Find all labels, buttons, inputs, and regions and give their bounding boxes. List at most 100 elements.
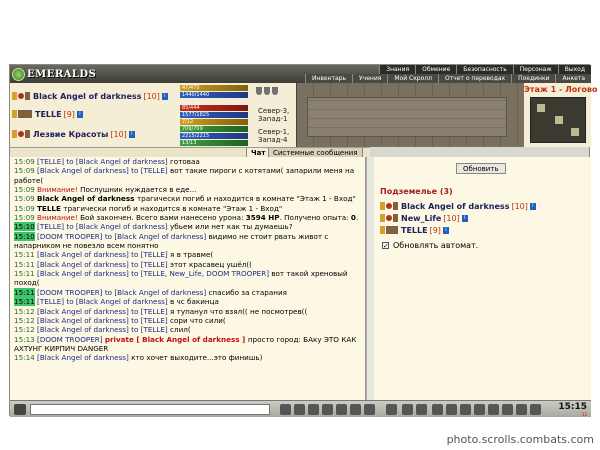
occupant-row[interactable]: New_Life [10] i xyxy=(380,213,468,223)
chat-text-to[interactable]: [Black Angel of darkness] to [TELLE, New… xyxy=(37,269,271,278)
chat-text-to[interactable]: [DOOM TROOPER] to [Black Angel of darkne… xyxy=(37,232,208,241)
menu-item-skills[interactable]: Учения xyxy=(352,74,388,83)
info-icon[interactable]: i xyxy=(461,214,468,222)
align-icon xyxy=(25,130,30,138)
trophy-icon[interactable] xyxy=(502,404,513,415)
chat-text-to[interactable]: [Black Angel of darkness] to [TELLE] xyxy=(37,316,170,325)
scene-view[interactable] xyxy=(296,83,524,147)
chat-timestamp[interactable]: 15:09 xyxy=(14,185,35,194)
book-icon[interactable] xyxy=(460,404,471,415)
chat-timestamp[interactable]: 15:09 xyxy=(14,194,35,203)
party-member-row[interactable]: Лезвие Красоты [10] i xyxy=(12,125,135,143)
chat-message: 15:11 [Black Angel of darkness] to [TELL… xyxy=(10,260,365,269)
hp-bar: 47/470 xyxy=(180,85,248,91)
chat-text-to[interactable]: [Black Angel of darkness] xyxy=(37,353,131,362)
info-icon[interactable]: i xyxy=(76,110,83,118)
menu-item-exit[interactable]: Выход xyxy=(557,65,591,74)
menu-item-security[interactable]: Безопасность xyxy=(456,65,513,74)
chat-text-plain: . Получено опыта: xyxy=(279,213,351,223)
menu-item-duels[interactable]: Поединки xyxy=(511,74,556,83)
minimap[interactable] xyxy=(530,97,586,143)
skull-icon[interactable] xyxy=(516,404,527,415)
flag-icon[interactable] xyxy=(488,404,499,415)
chat-text-to[interactable]: [Black Angel of darkness] to [TELLE] xyxy=(37,250,170,259)
chat-text-to[interactable]: [TELLE] to [Black Angel of darkness] xyxy=(37,297,170,306)
chat-timestamp[interactable]: 15:12 xyxy=(14,325,35,334)
save-log-icon[interactable] xyxy=(322,404,333,415)
walk-icon[interactable] xyxy=(336,404,347,415)
chat-timestamp[interactable]: 15:11 xyxy=(14,287,35,297)
info-icon[interactable]: i xyxy=(529,202,536,210)
menu-item-inventory[interactable]: Инвентарь xyxy=(304,74,353,83)
chat-text-plain: этот красавец ушёл(( xyxy=(170,259,252,269)
info-icon[interactable]: i xyxy=(161,92,168,100)
chat-timestamp[interactable]: 15:12 xyxy=(14,307,35,316)
chat-timestamp[interactable]: 15:10 xyxy=(14,222,35,232)
occupant-row[interactable]: Black Angel of darkness [10] i xyxy=(380,201,536,211)
menu-item-exchange[interactable]: Обмение xyxy=(415,65,457,74)
shop-icon[interactable] xyxy=(530,404,541,415)
chat-text-to[interactable]: [Black Angel of darkness] to [TELLE] xyxy=(37,325,170,334)
party-member-name[interactable]: TELLE xyxy=(35,110,62,119)
refresh-button[interactable]: Обновить xyxy=(456,163,506,174)
party-member-name[interactable]: Лезвие Красоты xyxy=(33,130,108,139)
chat-scrollbar[interactable] xyxy=(366,157,374,400)
party-member-row[interactable]: Black Angel of darkness [10] i xyxy=(12,87,168,105)
occupant-row[interactable]: TELLE [9] i xyxy=(380,225,449,235)
chat-text-plain: я тупанул что взял(( не посмотрев(( xyxy=(170,306,308,316)
chat-text-to[interactable]: [Black Angel of darkness] to [TELLE] xyxy=(37,307,170,316)
auto-refresh-checkbox[interactable]: ✓ xyxy=(382,242,389,250)
chat-text-to[interactable]: [TELLE] to [Black Angel of darkness] xyxy=(37,222,170,231)
music-icon[interactable] xyxy=(350,404,361,415)
chat-timestamp[interactable]: 15:11 xyxy=(14,260,35,269)
inventory-icon[interactable] xyxy=(432,404,443,415)
smiley-icon[interactable] xyxy=(386,404,397,415)
chat-tabs: Чат Системные сообщения xyxy=(10,147,370,158)
chat-timestamp[interactable]: 15:14 xyxy=(14,353,35,362)
party-member-level: [10] xyxy=(143,91,160,101)
scroll-icon[interactable] xyxy=(364,404,375,415)
chat-timestamp[interactable]: 15:10 xyxy=(14,231,35,241)
chat-timestamp[interactable]: 15:11 xyxy=(14,297,35,307)
chat-timestamp[interactable]: 15:09 xyxy=(14,213,35,222)
mail-icon[interactable] xyxy=(474,404,485,415)
occupant-name[interactable]: TELLE xyxy=(401,226,428,235)
auto-refresh-toggle[interactable]: ✓ Обновлять автомат. xyxy=(382,241,478,250)
chat-input[interactable] xyxy=(30,404,270,415)
menu-item-profile[interactable]: Анкета xyxy=(555,74,591,83)
occupant-name[interactable]: Black Angel of darkness xyxy=(401,202,509,211)
chat-timestamp[interactable]: 15:11 xyxy=(14,250,35,259)
menu-item-my-scroll[interactable]: Мой Скролл xyxy=(387,74,438,83)
chat-text-to[interactable]: [DOOM TROOPER] xyxy=(37,335,105,344)
chat-timestamp[interactable]: 15:09 xyxy=(14,204,35,213)
chat-text-to[interactable]: [DOOM TROOPER] to [Black Angel of darkne… xyxy=(37,288,208,297)
chat-timestamp[interactable]: 15:12 xyxy=(14,316,35,325)
chat-text-to[interactable]: [Black Angel of darkness] to [TELLE] xyxy=(37,260,170,269)
chat-text-to[interactable]: [TELLE] to [Black Angel of darkness] xyxy=(37,157,170,166)
game-window: EMERALDS Знания Обмение Безопасность Пер… xyxy=(9,64,600,417)
translit-icon[interactable] xyxy=(402,404,413,415)
chat-log[interactable]: 15:09 [TELLE] to [Black Angel of darknes… xyxy=(10,157,366,400)
party-member-level: [10] xyxy=(110,129,127,139)
clean-icon[interactable] xyxy=(416,404,427,415)
menu-item-knowledge[interactable]: Знания xyxy=(379,65,416,74)
info-icon[interactable]: i xyxy=(128,130,135,138)
chat-text-to[interactable]: [Black Angel of darkness] to [TELLE] xyxy=(37,166,170,175)
chat-text-plain: спасибо за старания xyxy=(208,287,287,297)
ignore-icon[interactable] xyxy=(308,404,319,415)
clear-icon[interactable] xyxy=(280,404,291,415)
menu-item-character[interactable]: Персонаж xyxy=(512,65,558,74)
chat-timestamp[interactable]: 15:09 xyxy=(14,157,35,166)
party-member-row[interactable]: TELLE [9] i xyxy=(12,105,83,123)
info-icon[interactable]: i xyxy=(442,226,449,234)
party-member-name[interactable]: Black Angel of darkness xyxy=(33,92,141,101)
chat-timestamp[interactable]: 15:13 xyxy=(14,335,35,344)
speaker-icon[interactable] xyxy=(14,404,26,415)
chat-timestamp[interactable]: 15:11 xyxy=(14,269,35,278)
chat-timestamp[interactable]: 15:09 xyxy=(14,166,35,175)
occupant-name[interactable]: New_Life xyxy=(401,214,441,223)
menu-item-transfer-report[interactable]: Отчет о переводах xyxy=(437,74,512,83)
clan-icon xyxy=(18,93,24,99)
potion-icon[interactable] xyxy=(446,404,457,415)
filter-icon[interactable] xyxy=(294,404,305,415)
